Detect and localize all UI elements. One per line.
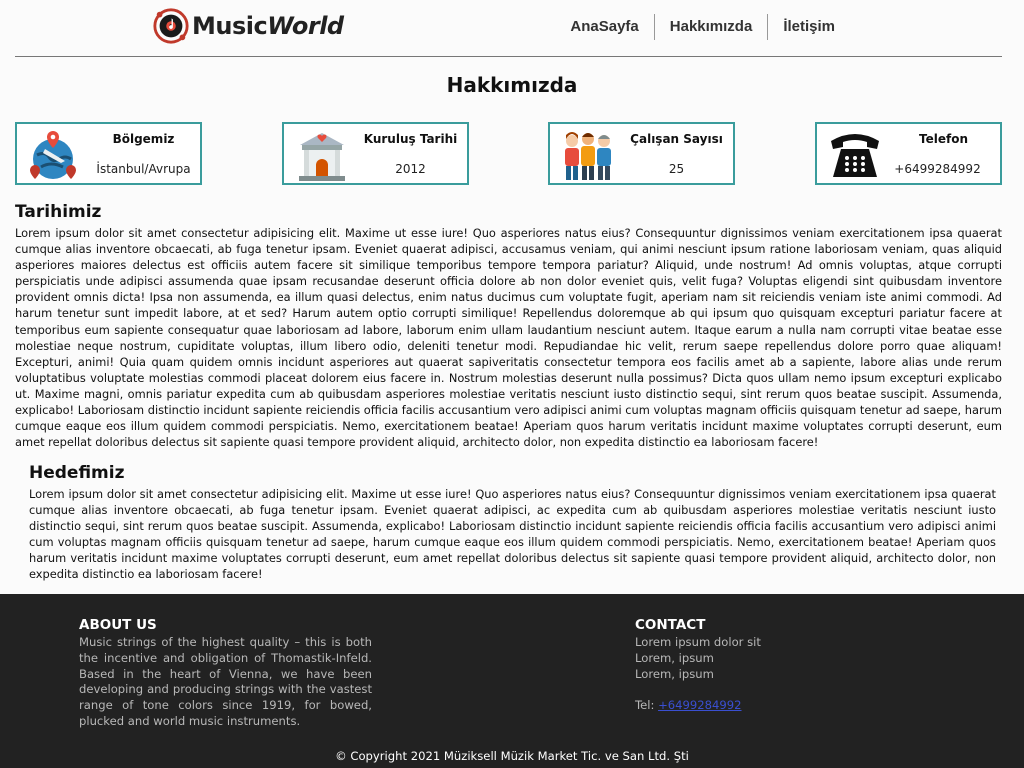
- phone-label: Tel:: [635, 698, 655, 713]
- nav-item-contact[interactable]: İletişim: [768, 15, 850, 39]
- goal-title: Hedefimiz: [29, 463, 125, 483]
- employees-icon: [565, 132, 611, 180]
- info-card-region: Bölgemiz İstanbul/Avrupa: [15, 122, 202, 185]
- phone-link[interactable]: +6499284992: [658, 698, 741, 712]
- header-divider: [15, 56, 1002, 57]
- history-body: Lorem ipsum dolor sit amet consectetur a…: [15, 226, 1002, 450]
- info-card-phone: Telefon +6499284992: [815, 122, 1002, 185]
- info-card-employees: Çalışan Sayısı 25: [548, 122, 735, 185]
- card-value: İstanbul/Avrupa: [96, 162, 191, 176]
- contact-phone: Tel: +6499284992: [635, 698, 885, 714]
- page-title: Hakkımızda: [446, 73, 578, 97]
- contact-spacer: [635, 682, 885, 698]
- contact-line: Lorem, ipsum: [635, 650, 714, 665]
- footer-contact-title: CONTACT: [635, 617, 706, 633]
- footer-about-text: Music strings of the highest quality – t…: [79, 635, 372, 728]
- site-header: MusicWorld AnaSayfa Hakkımızda İletişim: [0, 0, 1024, 57]
- globe-pins-icon: [30, 131, 76, 179]
- site-logo[interactable]: MusicWorld: [152, 6, 344, 46]
- site-footer: ABOUT US Music strings of the highest qu…: [0, 594, 1024, 768]
- contact-line: Lorem, ipsum: [635, 666, 714, 681]
- history-title: Tarihimiz: [15, 202, 102, 222]
- main-nav: AnaSayfa Hakkımızda İletişim: [555, 14, 850, 40]
- card-value: 25: [668, 162, 685, 176]
- copyright-text: © Copyright 2021 Müziksell Müzik Market …: [335, 749, 689, 763]
- building-heart-icon: [299, 133, 345, 181]
- nav-item-home[interactable]: AnaSayfa: [555, 15, 653, 39]
- nav-item-about[interactable]: Hakkımızda: [655, 15, 768, 39]
- card-title: Bölgemiz: [112, 132, 175, 146]
- logo-wordmark: MusicWorld: [192, 12, 344, 40]
- card-title: Çalışan Sayısı: [630, 132, 723, 146]
- info-card-founded: Kuruluş Tarihi 2012: [282, 122, 469, 185]
- card-title: Telefon: [919, 132, 968, 146]
- goal-body: Lorem ipsum dolor sit amet consectetur a…: [29, 487, 996, 582]
- contact-line: Lorem ipsum dolor sit: [635, 635, 761, 649]
- card-value: +6499284992: [894, 162, 981, 176]
- footer-contact-info: Lorem ipsum dolor sit Lorem, ipsum Lorem…: [635, 635, 885, 714]
- music-disc-logo-icon: [153, 8, 189, 44]
- card-title: Kuruluş Tarihi: [363, 132, 458, 146]
- card-value: 2012: [395, 162, 426, 176]
- footer-about-title: ABOUT US: [79, 617, 157, 633]
